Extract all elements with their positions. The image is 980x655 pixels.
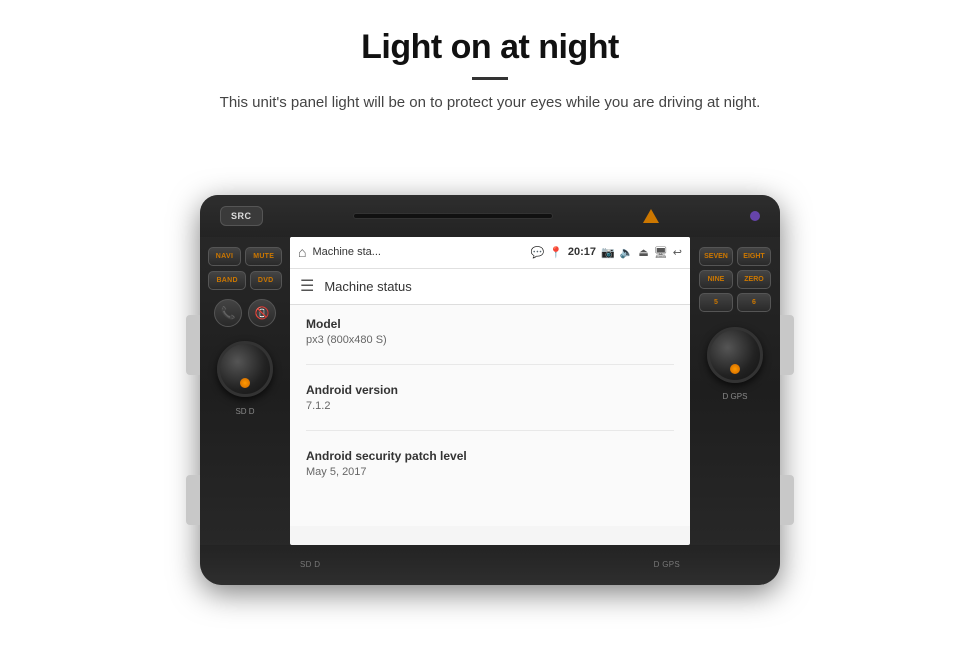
call-buttons-row: 📞 📵 xyxy=(214,299,276,327)
camera-icon: 📷 xyxy=(601,246,615,259)
security-patch-value: May 5, 2017 xyxy=(306,466,674,478)
nine-button[interactable]: NINE xyxy=(699,270,733,289)
page-subtitle: This unit's panel light will be on to pr… xyxy=(60,92,920,115)
radio-unit: SRC NAVI MUTE BAND DVD 📞 📵 xyxy=(200,195,780,585)
navi-button[interactable]: NAVI xyxy=(208,247,241,266)
status-icons: 💬 📍 20:17 📷 🔈 ⏏ 🖥 ↩ xyxy=(530,246,682,259)
right-tab-bottom xyxy=(780,475,794,525)
page-header: Light on at night This unit's panel ligh… xyxy=(0,0,980,125)
sd-label: SD D xyxy=(235,407,254,416)
band-dvd-row: BAND DVD xyxy=(208,271,281,290)
pin-icon: 📍 xyxy=(549,246,563,259)
five-button[interactable]: 5 xyxy=(699,293,733,312)
src-button[interactable]: SRC xyxy=(220,206,263,226)
purple-dot xyxy=(750,211,760,221)
navi-mute-row: NAVI MUTE xyxy=(208,247,282,266)
hamburger-icon[interactable]: ☰ xyxy=(300,276,314,296)
android-version-section: Android version 7.1.2 xyxy=(306,383,674,431)
band-button[interactable]: BAND xyxy=(208,271,245,290)
security-patch-label: Android security patch level xyxy=(306,449,674,463)
gps-label: D GPS xyxy=(723,392,748,401)
security-patch-section: Android security patch level May 5, 2017 xyxy=(306,449,674,496)
android-version-value: 7.1.2 xyxy=(306,400,674,412)
right-tab-top xyxy=(780,315,794,375)
status-app-name: Machine sta... xyxy=(312,246,524,258)
screen-area: ⌂ Machine sta... 💬 📍 20:17 📷 🔈 ⏏ 🖥 ↩ ☰ M… xyxy=(290,237,690,545)
left-tab-top xyxy=(186,315,200,375)
call-accept-button[interactable]: 📞 xyxy=(214,299,242,327)
main-content: SRC NAVI MUTE BAND DVD 📞 📵 xyxy=(0,125,980,655)
android-status-bar: ⌂ Machine sta... 💬 📍 20:17 📷 🔈 ⏏ 🖥 ↩ xyxy=(290,237,690,269)
left-panel: NAVI MUTE BAND DVD 📞 📵 SD D xyxy=(200,237,290,547)
cd-slot xyxy=(353,213,553,219)
zero-button[interactable]: ZERO xyxy=(737,270,771,289)
dvd-button[interactable]: DVD xyxy=(250,271,282,290)
mute-button[interactable]: MUTE xyxy=(245,247,282,266)
radio-top-bar: SRC xyxy=(200,195,780,237)
eight-button[interactable]: EIGHT xyxy=(737,247,771,266)
model-value: px3 (800x480 S) xyxy=(306,334,674,346)
toolbar-title: Machine status xyxy=(324,279,411,294)
bottom-right-label: D GPS xyxy=(654,560,680,569)
num-button-grid: SEVEN EIGHT NINE ZERO 5 6 xyxy=(699,247,771,312)
title-divider xyxy=(472,77,508,80)
android-version-label: Android version xyxy=(306,383,674,397)
seven-button[interactable]: SEVEN xyxy=(699,247,733,266)
home-icon[interactable]: ⌂ xyxy=(298,244,306,260)
msg-icon: 💬 xyxy=(530,246,544,259)
bottom-left-label: SD D xyxy=(300,560,320,569)
six-button[interactable]: 6 xyxy=(737,293,771,312)
left-tab-bottom xyxy=(186,475,200,525)
app-toolbar: ☰ Machine status xyxy=(290,269,690,305)
arrow-icon: ↩ xyxy=(673,246,682,259)
model-section: Model px3 (800x480 S) xyxy=(306,317,674,365)
app-body: Model px3 (800x480 S) Android version 7.… xyxy=(290,305,690,526)
right-panel: SEVEN EIGHT NINE ZERO 5 6 D GPS xyxy=(690,237,780,547)
page-title: Light on at night xyxy=(60,28,920,67)
radio-bottom-bar: SD D D GPS xyxy=(200,545,780,585)
model-label: Model xyxy=(306,317,674,331)
right-knob[interactable] xyxy=(707,327,763,383)
left-knob[interactable] xyxy=(217,341,273,397)
left-top-buttons: NAVI MUTE BAND DVD 📞 📵 xyxy=(208,247,282,327)
eject-icon: ⏏ xyxy=(638,246,648,259)
screen-icon: 🖥 xyxy=(654,246,668,259)
status-time: 20:17 xyxy=(568,246,596,258)
triangle-button[interactable] xyxy=(643,209,659,223)
vol-icon: 🔈 xyxy=(620,246,634,259)
call-end-button[interactable]: 📵 xyxy=(248,299,276,327)
